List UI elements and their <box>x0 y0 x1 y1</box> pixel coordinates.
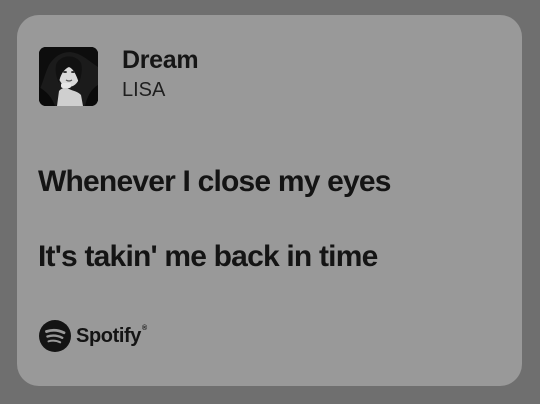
track-artist: LISA <box>122 79 166 101</box>
lyric-line: Whenever I close my eyes <box>38 165 391 198</box>
track-title: Dream <box>122 46 199 74</box>
album-art <box>39 47 98 106</box>
track-header: Dream LISA <box>39 45 199 106</box>
lyric-line: It's takin' me back in time <box>38 240 378 273</box>
spotify-wordmark: Spotify® <box>76 325 147 348</box>
spotify-brand: Spotify® <box>39 320 147 352</box>
trademark-mark: ® <box>141 324 147 332</box>
lyrics-share-card: Dream LISA Whenever I close my eyes It's… <box>17 15 522 386</box>
track-meta: Dream LISA <box>122 45 199 102</box>
spotify-logo-icon <box>39 320 71 352</box>
brand-name: Spotify <box>76 324 141 347</box>
lyrics-block: Whenever I close my eyes It's takin' me … <box>38 165 391 274</box>
album-art-image <box>39 47 98 106</box>
